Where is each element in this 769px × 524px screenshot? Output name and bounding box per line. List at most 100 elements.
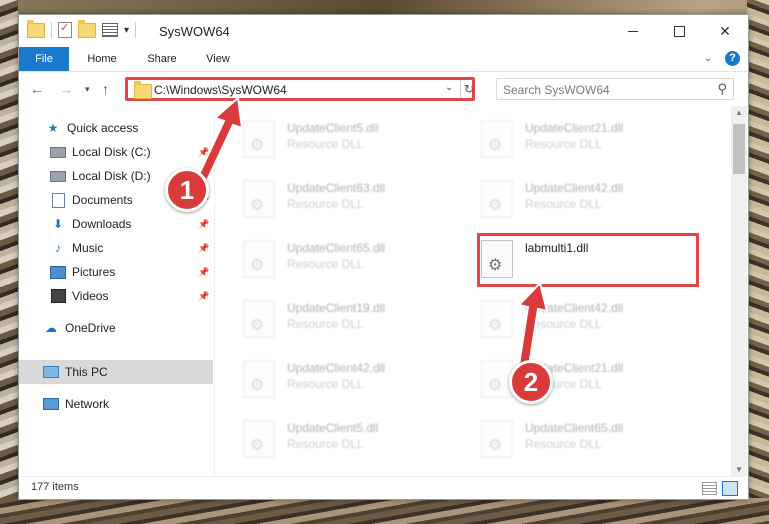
pin-icon[interactable]: 📌 [198, 147, 209, 158]
file-type: Resource DLL [287, 197, 364, 211]
file-item[interactable]: ⚙ UpdateClient19.dll Resource DLL [215, 294, 445, 346]
pin-icon[interactable]: 📌 [198, 219, 209, 230]
sidebar-item-videos[interactable]: Videos 📌 [19, 284, 213, 308]
sidebar-item-label: Local Disk (C:) [72, 145, 151, 159]
pictures-icon [50, 265, 66, 279]
address-bar[interactable]: C:\Windows\SysWOW64 ⌄ ↻ [125, 77, 475, 101]
item-count: 177 items [31, 481, 79, 493]
folder-icon [27, 19, 45, 38]
file-name: UpdateClient65.dll [525, 421, 624, 435]
address-path[interactable]: C:\Windows\SysWOW64 [154, 83, 287, 97]
dll-file-icon: ⚙ [243, 420, 275, 458]
minimize-icon [628, 30, 638, 32]
sidebar-item-label: Downloads [72, 217, 132, 231]
new-folder-icon[interactable] [78, 19, 96, 38]
sidebar-item-label: Local Disk (D:) [72, 169, 151, 183]
file-name: UpdateClient5.dll [287, 121, 379, 135]
maximize-icon [673, 25, 685, 37]
file-highlight-box [477, 233, 699, 287]
file-item[interactable]: ⚙ UpdateClient42.dll Resource DLL [453, 174, 683, 226]
sidebar-item-label: Documents [72, 193, 133, 207]
desktop-background-right [747, 0, 769, 524]
file-item[interactable]: ⚙ UpdateClient42.dll Resource DLL [215, 354, 445, 406]
downloads-icon: ⬇ [52, 217, 64, 231]
pin-icon[interactable]: 📌 [198, 291, 209, 302]
sidebar-item-pictures[interactable]: Pictures 📌 [19, 260, 213, 284]
forward-arrow-icon[interactable]: → [59, 81, 73, 97]
recent-locations-chevron-icon[interactable]: ▾ [85, 84, 90, 95]
close-icon: ✕ [719, 22, 731, 39]
help-icon[interactable]: ? [725, 51, 740, 66]
tab-home[interactable]: Home [77, 47, 127, 71]
file-item[interactable]: ⚙ UpdateClient65.dll Resource DLL [453, 414, 683, 466]
file-item[interactable]: ⚙ UpdateClient63.dll Resource DLL [215, 174, 445, 226]
address-dropdown-chevron-icon[interactable]: ⌄ [445, 82, 453, 93]
search-icon[interactable]: ⚲ [717, 81, 727, 97]
file-item[interactable]: ⚙ UpdateClient21.dll Resource DLL [453, 354, 683, 406]
view-layout-icon[interactable] [102, 23, 118, 37]
file-name: UpdateClient42.dll [525, 301, 624, 315]
desktop-background-bottom [0, 498, 769, 524]
file-type: Resource DLL [525, 437, 602, 451]
quick-access-toolbar: ▾ [27, 19, 137, 38]
file-type: Resource DLL [287, 317, 364, 331]
file-type: Resource DLL [287, 437, 364, 451]
up-arrow-icon[interactable]: ↑ [102, 81, 109, 97]
sidebar-item-network[interactable]: Network [19, 392, 213, 416]
tab-view[interactable]: View [195, 47, 241, 71]
file-type: Resource DLL [287, 137, 364, 151]
vertical-scrollbar[interactable]: ▲ ▼ [731, 106, 747, 476]
search-input[interactable]: Search SysWOW64 ⚲ [496, 78, 734, 100]
title-bar: ▾ SysWOW64 ✕ [19, 15, 748, 47]
network-icon [43, 397, 59, 411]
tab-share[interactable]: Share [135, 47, 189, 71]
sidebar-item-local-disk-c[interactable]: Local Disk (C:) 📌 [19, 140, 213, 164]
dll-file-icon: ⚙ [481, 300, 513, 338]
back-arrow-icon[interactable]: ← [30, 81, 44, 97]
music-icon: ♪ [55, 241, 61, 255]
close-button[interactable]: ✕ [702, 15, 748, 47]
folder-icon [134, 81, 152, 99]
file-name: UpdateClient65.dll [287, 241, 386, 255]
details-view-icon[interactable] [702, 482, 717, 495]
pin-icon[interactable]: 📌 [198, 267, 209, 278]
file-item[interactable]: ⚙ UpdateClient65.dll Resource DLL [215, 234, 445, 286]
maximize-button[interactable] [656, 15, 702, 47]
file-name: UpdateClient21.dll [525, 121, 624, 135]
disk-icon [50, 145, 66, 159]
star-icon: ★ [47, 121, 59, 135]
sidebar-item-label: Pictures [72, 265, 116, 279]
sidebar-item-label: Quick access [67, 121, 139, 135]
file-item[interactable]: ⚙ UpdateClient21.dll Resource DLL [453, 114, 683, 166]
status-bar: 177 items [19, 476, 748, 499]
sidebar-item-downloads[interactable]: ⬇ Downloads 📌 [19, 212, 213, 236]
sidebar-item-quick-access[interactable]: ★ Quick access [19, 116, 213, 140]
file-type: Resource DLL [525, 317, 602, 331]
customize-toolbar-chevron-icon[interactable]: ▾ [124, 25, 129, 36]
dll-file-icon: ⚙ [481, 180, 513, 218]
file-item[interactable]: ⚙ UpdateClient5.dll Resource DLL [215, 414, 445, 466]
scroll-up-arrow-icon[interactable]: ▲ [735, 108, 743, 117]
file-type: Resource DLL [525, 137, 602, 151]
sidebar-item-label: OneDrive [65, 321, 116, 335]
scrollbar-thumb[interactable] [733, 124, 745, 174]
file-type: Resource DLL [287, 377, 364, 391]
file-name: UpdateClient19.dll [287, 301, 386, 315]
sidebar-item-music[interactable]: ♪ Music 📌 [19, 236, 213, 260]
tab-file[interactable]: File [19, 47, 69, 71]
sidebar-item-label: Music [72, 241, 104, 255]
disk-icon [50, 169, 66, 183]
minimize-button[interactable] [610, 15, 656, 47]
expand-ribbon-chevron-icon[interactable]: ⌄ [704, 53, 712, 64]
callout-badge-1: 1 [165, 168, 209, 212]
file-item[interactable]: ⚙ UpdateClient42.dll Resource DLL [453, 294, 683, 346]
sidebar-item-onedrive[interactable]: ☁ OneDrive [19, 316, 213, 340]
large-icons-view-icon[interactable] [722, 481, 738, 496]
scroll-down-arrow-icon[interactable]: ▼ [735, 465, 743, 474]
file-item[interactable]: ⚙ UpdateClient5.dll Resource DLL [215, 114, 445, 166]
properties-icon[interactable] [58, 21, 72, 38]
sidebar-item-this-pc[interactable]: This PC [19, 360, 213, 384]
refresh-icon[interactable]: ↻ [460, 80, 477, 98]
pin-icon[interactable]: 📌 [198, 243, 209, 254]
documents-icon [50, 192, 66, 208]
